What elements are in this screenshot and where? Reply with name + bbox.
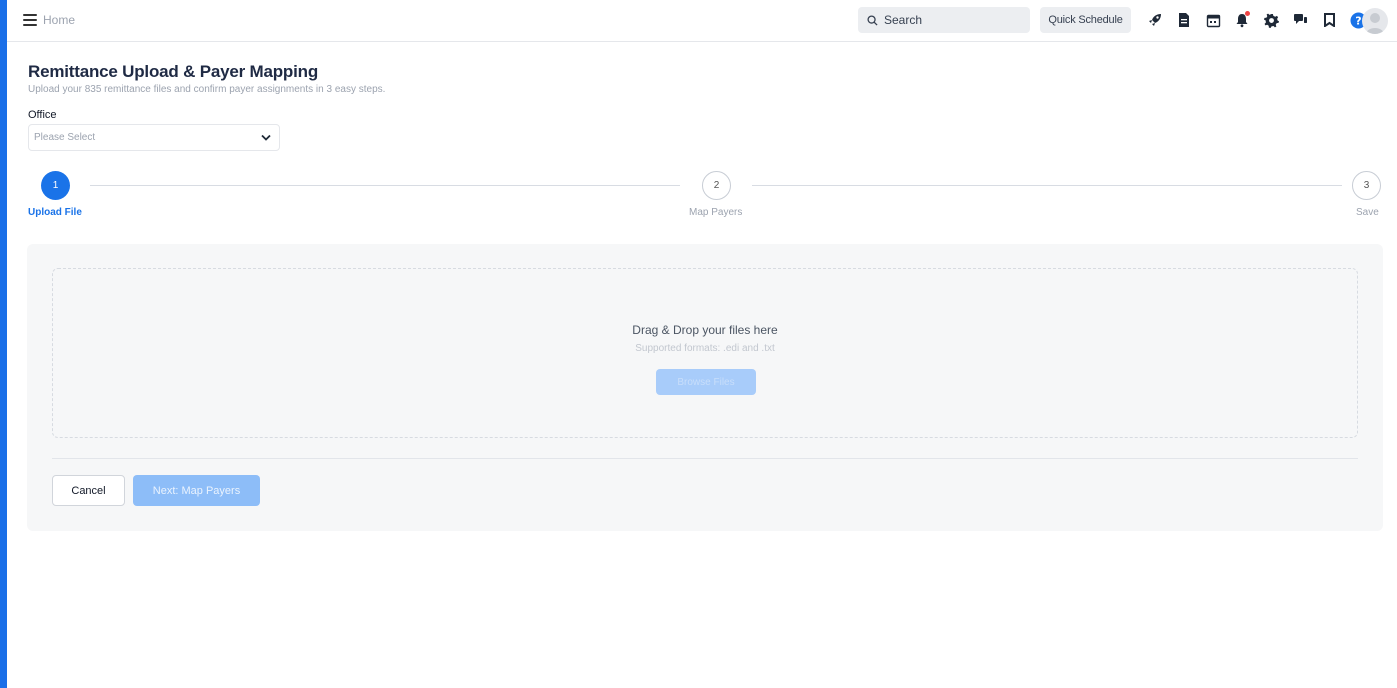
quick-schedule-button[interactable]: Quick Schedule [1040,7,1131,33]
chat-icon[interactable] [1290,10,1310,30]
dropzone-title: Drag & Drop your files here [632,323,778,337]
page-title: Remittance Upload & Payer Mapping [28,62,319,81]
home-link[interactable]: Home [43,13,75,27]
notification-dot [1245,11,1250,16]
search-label: Search [884,13,923,27]
bookmark-icon[interactable] [1319,10,1339,30]
divider [52,458,1358,459]
office-label: Office [28,109,57,121]
top-navbar: Home Search Quick Schedule ? [7,0,1397,42]
avatar[interactable] [1362,8,1388,34]
chevron-down-icon [261,134,271,141]
office-select-value: Please Select [34,132,96,143]
rocket-icon[interactable] [1145,10,1165,30]
search-input[interactable]: Search [858,7,1030,33]
calendar-icon[interactable] [1203,10,1223,30]
office-select[interactable]: Please Select [28,124,280,151]
step-2-circle[interactable]: 2 [702,171,731,200]
gear-icon[interactable] [1261,10,1281,30]
search-icon [867,14,878,26]
step-1-circle[interactable]: 1 [41,171,70,200]
bell-icon[interactable] [1232,10,1252,30]
svg-text:?: ? [1355,14,1361,27]
step-3-label: Save [1356,207,1379,218]
stepper: 1 Upload File 2 Map Payers 3 Save [28,171,1383,221]
next-map-payers-button[interactable]: Next: Map Payers [133,475,260,506]
upload-card: Drag & Drop your files here Supported fo… [27,244,1383,531]
browse-files-button[interactable]: Browse Files [656,369,756,395]
document-icon[interactable] [1174,10,1194,30]
step-3-circle[interactable]: 3 [1352,171,1381,200]
dropzone-formats: Supported formats: .edi and .txt [635,343,775,354]
step-1-label: Upload File [28,207,82,218]
step-connector [90,185,680,186]
step-2-label: Map Payers [689,207,743,218]
menu-icon[interactable] [23,14,37,26]
file-dropzone[interactable]: Drag & Drop your files here Supported fo… [52,268,1358,438]
page-subtitle: Upload your 835 remittance files and con… [28,84,386,95]
cancel-button[interactable]: Cancel [52,475,125,506]
left-accent-strip [0,0,7,688]
step-connector [752,185,1342,186]
